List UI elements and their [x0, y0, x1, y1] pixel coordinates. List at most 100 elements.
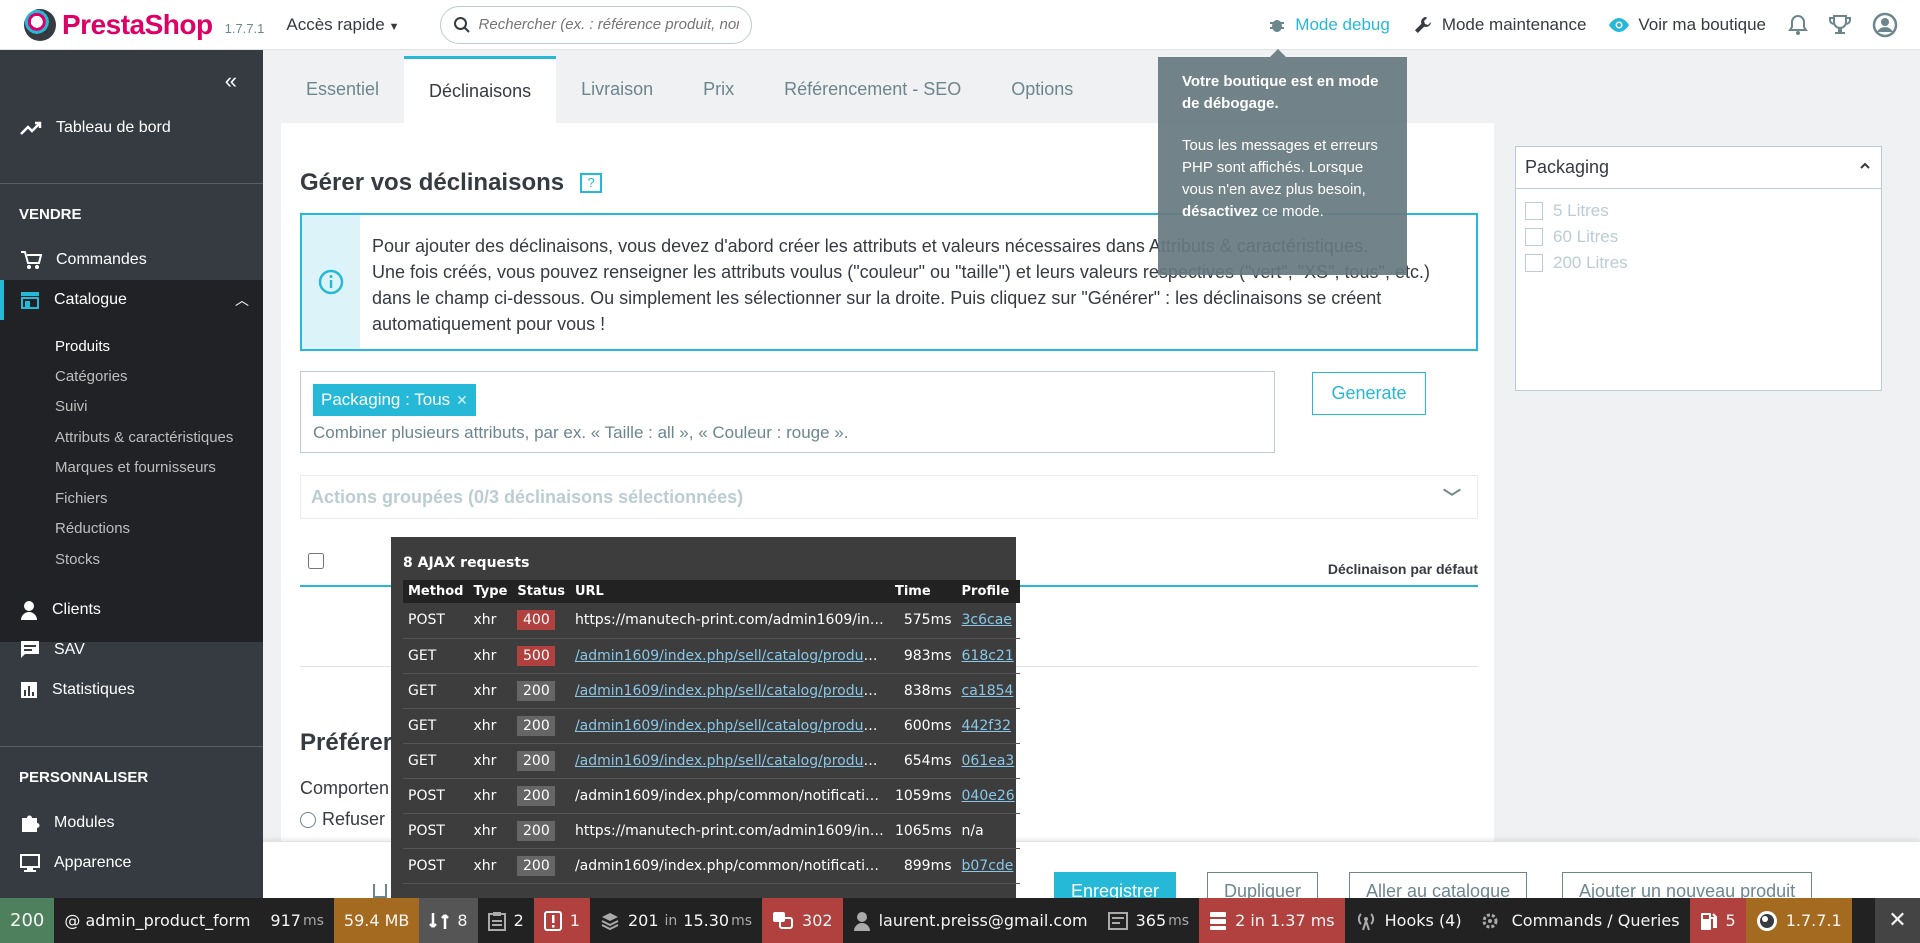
tab-seo[interactable]: Référencement - SEO [759, 56, 986, 123]
profile-cell[interactable]: b07cde [956, 848, 1020, 884]
generate-button[interactable]: Generate [1312, 372, 1426, 415]
table-row[interactable]: GET xhr 200/admin1609/index.php/sell/catal… [403, 673, 1020, 709]
forms-panel[interactable]: 2 [478, 898, 534, 943]
profile-link[interactable]: 618c21 [962, 648, 1014, 664]
profile-link[interactable]: 3c6cae [962, 612, 1012, 628]
commands-panel[interactable]: Commands / Queries [1472, 898, 1690, 943]
url-cell[interactable]: /admin1609/index.php/sell/catalog/produc… [569, 638, 890, 674]
url-link[interactable]: /admin1609/index.php/sell/catalog/produc… [575, 718, 890, 734]
user-panel[interactable]: laurent.preiss@gmail.com [843, 898, 1098, 943]
checkbox[interactable] [1525, 254, 1543, 272]
tab-options[interactable]: Options [986, 56, 1098, 123]
help-icon[interactable]: ? [580, 173, 603, 193]
sidebar-item-modules[interactable]: Modules [0, 803, 263, 843]
radio-button[interactable] [300, 811, 316, 828]
quick-access-dropdown[interactable]: Accès rapide ▼ [286, 15, 399, 35]
profile-link[interactable]: ca1854 [962, 683, 1014, 699]
time-cell: 654ms [889, 743, 957, 779]
url-link[interactable]: /admin1609/index.php/sell/catalog/produc… [575, 648, 890, 664]
bulk-actions-toggle[interactable]: Actions groupées (0/3 déclinaisons sélec… [300, 475, 1478, 519]
sidebar-item-catalog[interactable]: Catalogue ︿ [0, 280, 263, 320]
select-all-checkbox[interactable] [308, 553, 324, 569]
profile-link[interactable]: b07cde [962, 858, 1014, 874]
url-cell[interactable]: /admin1609/index.php/sell/catalog/produc… [569, 673, 890, 709]
profile-link[interactable]: 442f32 [962, 718, 1011, 734]
sidebar-item-orders[interactable]: Commandes [0, 240, 263, 280]
sidebar-subitem-monitoring[interactable]: Suivi [55, 398, 88, 415]
sidebar-subitem-stocks[interactable]: Stocks [55, 551, 100, 568]
profile-cell[interactable]: 3c6cae [956, 603, 1020, 639]
tab-combinations[interactable]: Déclinaisons [404, 56, 557, 123]
checkbox[interactable] [1525, 228, 1543, 246]
sidebar-item-appearance[interactable]: Apparence [0, 843, 263, 883]
sidebar-subitem-products[interactable]: Produits [55, 338, 110, 355]
tab-essentials[interactable]: Essentiel [281, 56, 404, 123]
sidebar-subitem-categories[interactable]: Catégories [55, 368, 128, 385]
route-panel[interactable]: @ admin_product_form [54, 898, 260, 943]
profile-link[interactable]: 061ea3 [962, 753, 1015, 769]
sidebar-item-stats[interactable]: Statistiques [0, 670, 263, 710]
table-row[interactable]: POST xhr 200 https://manutech-print.com/adm… [403, 813, 1020, 849]
remove-tag-icon[interactable]: ✕ [456, 392, 468, 409]
url-link[interactable]: /admin1609/index.php/sell/catalog/produc… [575, 683, 890, 699]
hooks-panel[interactable]: Hooks (4) [1345, 898, 1472, 943]
table-row[interactable]: GET xhr 200/admin1609/index.php/sell/catal… [403, 743, 1020, 779]
packaging-option[interactable]: 60 Litres [1525, 227, 1618, 247]
table-row[interactable]: POST xhr 400 https://manutech-print.com/adm… [403, 603, 1020, 639]
view-shop-link[interactable]: Voir ma boutique [1608, 15, 1766, 35]
deprecations-panel[interactable]: 5 [1689, 898, 1746, 943]
trash-icon[interactable] [373, 884, 387, 898]
packaging-option[interactable]: 5 Litres [1525, 201, 1609, 221]
url-link[interactable]: /admin1609/index.php/sell/catalog/produc… [575, 753, 890, 769]
table-row[interactable]: POST xhr 200/admin1609/index.php/common/no… [403, 778, 1020, 814]
sidebar-subitem-brands[interactable]: Marques et fournisseurs [55, 459, 216, 476]
sidebar-item-customers[interactable]: Clients [0, 590, 263, 630]
url-cell[interactable]: /admin1609/index.php/sell/catalog/produc… [569, 743, 890, 779]
hooks-label: Hooks (4) [1384, 911, 1462, 930]
search-box[interactable] [439, 5, 752, 44]
checkbox[interactable] [1525, 202, 1543, 220]
trophy-icon[interactable] [1828, 14, 1852, 36]
database-icon [1210, 911, 1227, 930]
table-row[interactable]: GET xhr 500/admin1609/index.php/sell/catal… [403, 638, 1020, 674]
prestashop-logo[interactable]: PrestaShop [24, 8, 213, 41]
sidebar-item-dashboard[interactable]: Tableau de bord [0, 108, 263, 148]
tab-shipping[interactable]: Livraison [556, 56, 678, 123]
cache-panel[interactable]: 201 in 15.30 ms [590, 898, 762, 943]
tag-input-placeholder[interactable]: Combiner plusieurs attributs, par ex. « … [313, 423, 848, 443]
notifications-bell-icon[interactable] [1788, 14, 1808, 36]
profile-cell[interactable]: 040e26 [956, 778, 1020, 814]
translations-panel[interactable]: 302 [762, 898, 843, 943]
prestashop-version-panel[interactable]: 1.7.7.1 [1745, 898, 1852, 943]
close-toolbar-icon[interactable]: ✕ [1875, 898, 1920, 943]
debug-mode-link[interactable]: Mode debug [1267, 15, 1390, 35]
table-row[interactable]: POST xhr 200/admin1609/index.php/common/no… [403, 848, 1020, 884]
table-row[interactable]: GET xhr 200/admin1609/index.php/sell/catal… [403, 708, 1020, 744]
search-input[interactable] [478, 16, 739, 33]
packaging-header[interactable]: Packaging [1516, 147, 1881, 189]
errors-panel[interactable]: 1 [533, 898, 590, 943]
sidebar-subitem-attributes[interactable]: Attributs & caractéristiques [55, 429, 233, 446]
profile-link[interactable]: 040e26 [962, 788, 1015, 804]
profile-cell[interactable]: 618c21 [956, 638, 1020, 674]
url-cell[interactable]: /admin1609/index.php/sell/catalog/produc… [569, 708, 890, 744]
tab-pricing[interactable]: Prix [678, 56, 759, 123]
status-code-badge[interactable]: 200 [0, 898, 55, 943]
packaging-option[interactable]: 200 Litres [1525, 253, 1628, 273]
attributes-tag-input[interactable]: Packaging : Tous ✕ Combiner plusieurs att… [300, 371, 1275, 453]
ajax-panel-toggle[interactable]: 8 [419, 898, 478, 943]
db-time-panel[interactable]: 365 ms [1098, 898, 1199, 943]
account-avatar-icon[interactable] [1872, 12, 1898, 38]
memory-panel[interactable]: 59.4 MB [333, 898, 420, 943]
maintenance-mode-link[interactable]: Mode maintenance [1412, 14, 1586, 36]
sidebar-subitem-files[interactable]: Fichiers [55, 490, 108, 507]
collapse-sidebar-icon[interactable]: « [225, 68, 237, 94]
profile-cell[interactable]: 061ea3 [956, 743, 1020, 779]
database-panel[interactable]: 2 in 1.37 ms [1199, 898, 1345, 943]
refuse-radio-option[interactable]: Refuser l [300, 809, 394, 830]
sidebar-item-service[interactable]: SAV [0, 630, 263, 670]
time-panel[interactable]: 917 ms [260, 898, 333, 943]
profile-cell[interactable]: 442f32 [956, 708, 1020, 744]
profile-cell[interactable]: ca1854 [956, 673, 1020, 709]
sidebar-subitem-discounts[interactable]: Réductions [55, 520, 130, 537]
